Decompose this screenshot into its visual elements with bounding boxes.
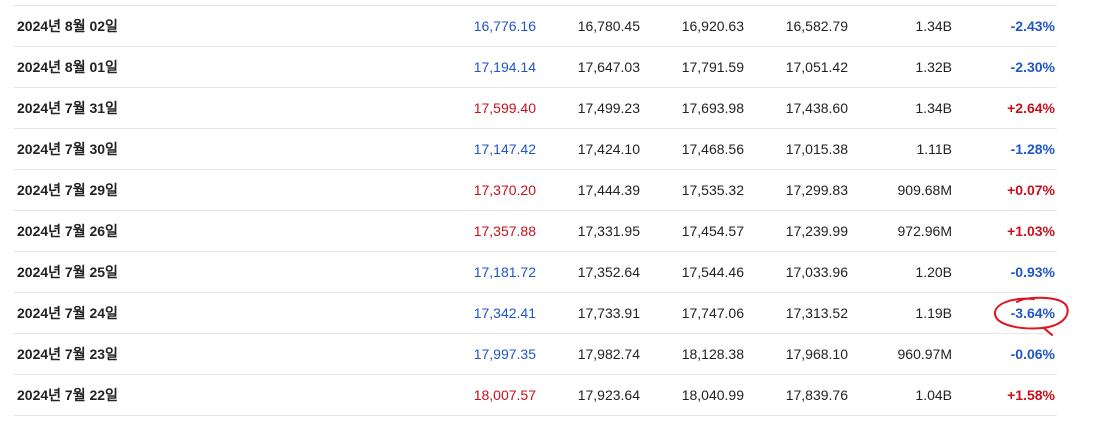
table-row: 2024년 7월 31일 17,599.40 17,499.23 17,693.… [14,88,1057,129]
table-row: 2024년 7월 26일 17,357.88 17,331.95 17,454.… [14,211,1057,252]
table-row: 2024년 8월 01일 17,194.14 17,647.03 17,791.… [14,47,1057,88]
date-cell: 2024년 8월 02일 [17,18,118,34]
low-price-cell: 16,582.79 [785,18,848,34]
change-percent-cell: -0.93% [1010,264,1055,280]
date-cell: 2024년 7월 25일 [17,264,118,280]
close-price-cell: 17,997.35 [473,346,536,362]
open-price-cell: 17,923.64 [577,387,640,403]
open-price-cell: 17,444.39 [577,182,640,198]
volume-cell: 1.20B [915,264,952,280]
volume-cell: 1.19B [915,305,952,321]
open-price-cell: 17,424.10 [577,141,640,157]
change-percent-cell: +2.64% [1007,100,1055,116]
change-percent-cell: +1.03% [1007,223,1055,239]
high-price-cell: 18,128.38 [681,346,744,362]
high-price-cell: 18,040.99 [681,387,744,403]
table-row: 2024년 7월 29일 17,370.20 17,444.39 17,535.… [14,170,1057,211]
close-price-cell: 17,194.14 [473,59,536,75]
close-price-cell: 17,342.41 [473,305,536,321]
table-row: 2024년 8월 02일 16,776.16 16,780.45 16,920.… [14,6,1057,47]
high-price-cell: 16,920.63 [681,18,744,34]
open-price-cell: 17,499.23 [577,100,640,116]
volume-cell: 1.34B [915,100,952,116]
open-price-cell: 17,982.74 [577,346,640,362]
volume-cell: 960.97M [897,346,952,362]
volume-cell: 1.11B [916,141,952,157]
high-price-cell: 17,693.98 [681,100,744,116]
close-price-cell: 17,599.40 [473,100,536,116]
low-price-cell: 17,239.99 [785,223,848,239]
close-price-cell: 17,357.88 [473,223,536,239]
close-price-cell: 18,007.57 [473,387,536,403]
price-history-table: 2024년 8월 02일 16,776.16 16,780.45 16,920.… [14,5,1057,416]
change-percent-cell: -3.64% [1010,305,1055,321]
date-cell: 2024년 7월 23일 [17,346,118,362]
open-price-cell: 17,733.91 [577,305,640,321]
change-percent-cell: +0.07% [1007,182,1055,198]
table-row: 2024년 7월 23일 17,997.35 17,982.74 18,128.… [14,334,1057,375]
date-cell: 2024년 7월 26일 [17,223,118,239]
change-percent-cell: -1.28% [1010,141,1055,157]
date-cell: 2024년 8월 01일 [17,59,118,75]
date-cell: 2024년 7월 24일 [17,305,118,321]
volume-cell: 909.68M [897,182,952,198]
change-percent-cell: -2.30% [1010,59,1055,75]
date-cell: 2024년 7월 29일 [17,182,118,198]
table-row: 2024년 7월 30일 17,147.42 17,424.10 17,468.… [14,129,1057,170]
close-price-cell: 17,370.20 [473,182,536,198]
high-price-cell: 17,468.56 [681,141,744,157]
date-cell: 2024년 7월 22일 [17,387,118,403]
open-price-cell: 16,780.45 [577,18,640,34]
open-price-cell: 17,647.03 [577,59,640,75]
change-percent-cell: -0.06% [1010,346,1055,362]
high-price-cell: 17,791.59 [681,59,744,75]
high-price-cell: 17,747.06 [681,305,744,321]
high-price-cell: 17,544.46 [681,264,744,280]
close-price-cell: 17,147.42 [473,141,536,157]
change-percent-cell: +1.58% [1007,387,1055,403]
change-percent-cell: -2.43% [1010,18,1055,34]
table-row: 2024년 7월 25일 17,181.72 17,352.64 17,544.… [14,252,1057,293]
close-price-cell: 16,776.16 [473,18,536,34]
volume-cell: 1.34B [915,18,952,34]
date-cell: 2024년 7월 31일 [17,100,118,116]
date-cell: 2024년 7월 30일 [17,141,118,157]
low-price-cell: 17,033.96 [785,264,848,280]
low-price-cell: 17,299.83 [785,182,848,198]
table-row: 2024년 7월 22일 18,007.57 17,923.64 18,040.… [14,375,1057,416]
low-price-cell: 17,015.38 [785,141,848,157]
table-row: 2024년 7월 24일 17,342.41 17,733.91 17,747.… [14,293,1057,334]
volume-cell: 1.04B [915,387,952,403]
close-price-cell: 17,181.72 [473,264,536,280]
open-price-cell: 17,352.64 [577,264,640,280]
high-price-cell: 17,454.57 [681,223,744,239]
high-price-cell: 17,535.32 [681,182,744,198]
low-price-cell: 17,313.52 [785,305,848,321]
volume-cell: 1.32B [915,59,952,75]
low-price-cell: 17,051.42 [785,59,848,75]
low-price-cell: 17,839.76 [785,387,848,403]
volume-cell: 972.96M [897,223,952,239]
low-price-cell: 17,438.60 [785,100,848,116]
open-price-cell: 17,331.95 [577,223,640,239]
low-price-cell: 17,968.10 [785,346,848,362]
